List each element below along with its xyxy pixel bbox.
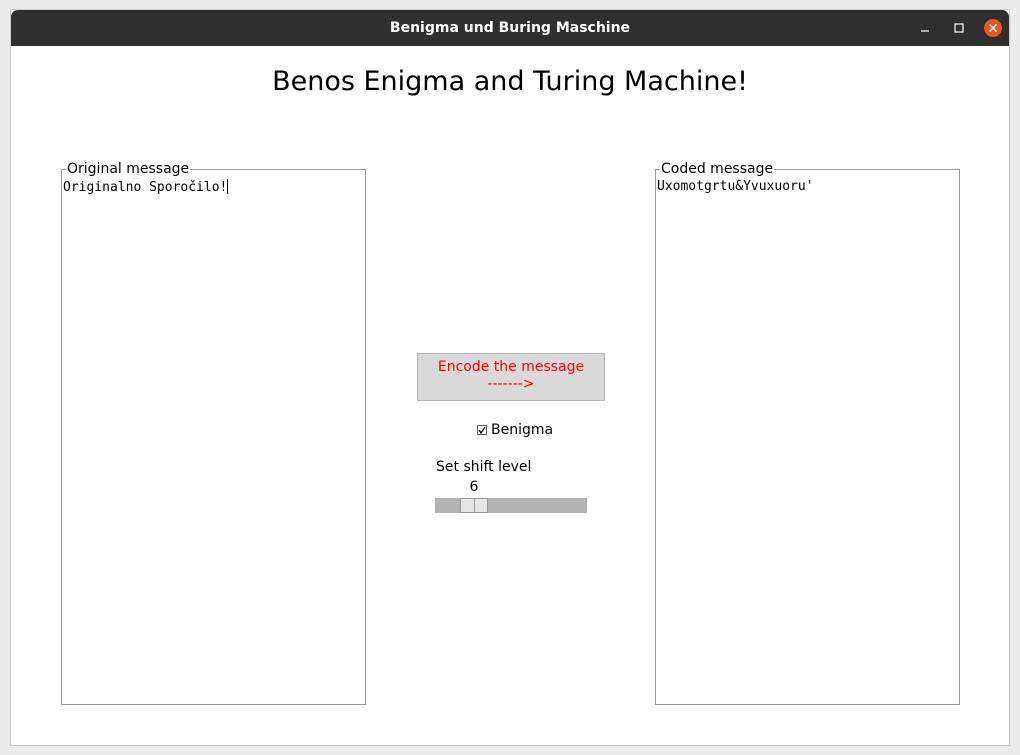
- title-bar[interactable]: Benigma und Buring Maschine: [11, 10, 1009, 46]
- shift-level-slider[interactable]: [435, 498, 587, 513]
- maximize-button[interactable]: [950, 19, 968, 37]
- benigma-checkbox-label: Benigma: [491, 422, 554, 438]
- shift-level-label: Set shift level: [436, 459, 532, 475]
- text-cursor: [227, 179, 229, 194]
- benigma-checkbox[interactable]: [477, 425, 487, 435]
- coded-message-textbox[interactable]: Uxomotgrtu&Yvuxuoru': [657, 179, 958, 703]
- coded-message-label: Coded message: [660, 160, 775, 178]
- slider-notch: [474, 499, 475, 512]
- original-message-frame: Original message Originalno Sporočilo!: [61, 160, 366, 705]
- shift-level-value: 6: [469, 479, 479, 495]
- original-message-textbox[interactable]: Originalno Sporočilo!: [63, 179, 364, 703]
- coded-message-text: Uxomotgrtu&Yvuxuoru': [657, 179, 814, 194]
- page-title: Benos Enigma and Turing Machine!: [272, 66, 748, 97]
- encode-button-arrow: ------->: [487, 376, 535, 392]
- window-title: Benigma und Buring Maschine: [389, 20, 631, 36]
- checkmark-icon: [478, 426, 486, 434]
- maximize-icon: [954, 23, 964, 33]
- coded-message-frame: Coded message Uxomotgrtu&Yvuxuoru': [655, 160, 960, 705]
- shift-level-slider-handle[interactable]: [460, 498, 488, 513]
- minimize-button[interactable]: [916, 19, 934, 37]
- original-message-label: Original message: [66, 160, 191, 178]
- close-button[interactable]: [984, 19, 1002, 37]
- app-window: Benigma und Buring Maschine Benos Enigma…: [10, 9, 1010, 746]
- close-icon: [988, 23, 998, 33]
- original-message-text: Originalno Sporočilo!: [63, 180, 228, 195]
- encode-button[interactable]: Encode the message ------->: [417, 353, 605, 401]
- minimize-icon: [921, 30, 929, 32]
- encode-button-label: Encode the message: [437, 359, 585, 375]
- main-content: Benos Enigma and Turing Machine! Origina…: [11, 46, 1009, 745]
- benigma-checkbox-row[interactable]: Benigma: [477, 421, 553, 439]
